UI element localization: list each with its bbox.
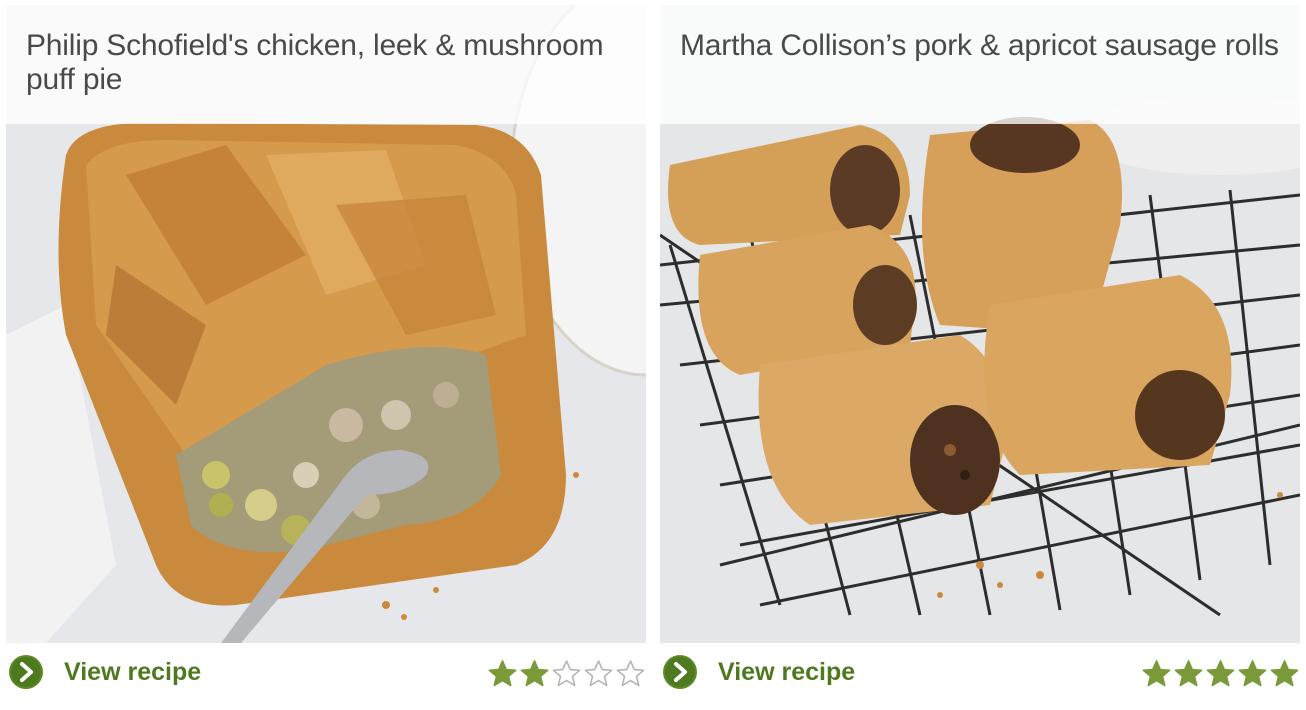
view-recipe-label: View recipe xyxy=(718,657,856,686)
star-filled-icon xyxy=(1173,659,1204,689)
recipe-card: Philip Schofield's chicken, leek & mushr… xyxy=(6,5,646,705)
star-empty-icon xyxy=(551,659,582,689)
recipe-photo[interactable]: Philip Schofield's chicken, leek & mushr… xyxy=(6,5,646,643)
recipe-title[interactable]: Martha Collison’s pork & apricot sausage… xyxy=(680,29,1280,63)
star-filled-icon xyxy=(1269,659,1300,689)
star-rating xyxy=(1141,659,1300,689)
recipe-title-overlay: Philip Schofield's chicken, leek & mushr… xyxy=(6,5,646,124)
star-rating xyxy=(487,659,646,689)
chevron-right-circle-icon xyxy=(662,654,698,690)
recipe-card: Martha Collison’s pork & apricot sausage… xyxy=(660,5,1300,705)
star-empty-icon xyxy=(615,659,646,689)
star-filled-icon xyxy=(1141,659,1172,689)
star-filled-icon xyxy=(487,659,518,689)
star-empty-icon xyxy=(583,659,614,689)
chevron-right-circle-icon xyxy=(8,654,44,690)
view-recipe-label: View recipe xyxy=(64,657,202,686)
recipe-photo[interactable]: Martha Collison’s pork & apricot sausage… xyxy=(660,5,1300,643)
view-recipe-link[interactable]: View recipe xyxy=(8,654,201,690)
star-filled-icon xyxy=(519,659,550,689)
star-filled-icon xyxy=(1237,659,1268,689)
star-filled-icon xyxy=(1205,659,1236,689)
recipe-card-footer: View recipe xyxy=(6,650,646,694)
recipe-title[interactable]: Philip Schofield's chicken, leek & mushr… xyxy=(26,29,626,97)
recipe-card-footer: View recipe xyxy=(660,650,1300,694)
view-recipe-link[interactable]: View recipe xyxy=(662,654,855,690)
recipe-title-overlay: Martha Collison’s pork & apricot sausage… xyxy=(660,5,1300,124)
